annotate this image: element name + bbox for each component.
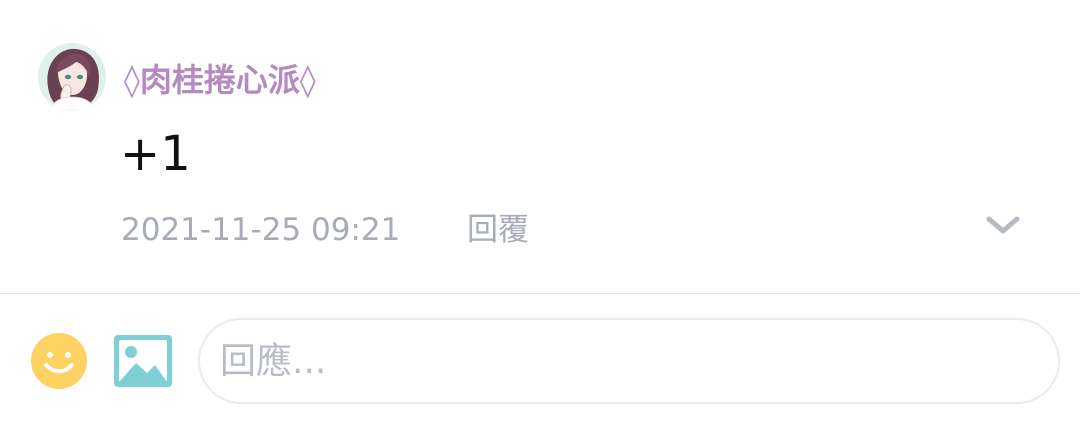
emoji-button[interactable]: [30, 332, 88, 390]
comment-timestamp: 2021-11-25 09:21: [121, 212, 401, 248]
avatar[interactable]: [38, 43, 106, 111]
image-icon: [114, 335, 172, 387]
smiley-face-icon: [31, 333, 87, 389]
comment-item: ◊肉桂捲心派◊ +1 2021-11-25 09:21 回覆: [0, 0, 1080, 293]
avatar-illustration: [38, 43, 106, 111]
image-button[interactable]: [114, 335, 172, 387]
comment-page: ◊肉桂捲心派◊ +1 2021-11-25 09:21 回覆: [0, 0, 1080, 429]
expand-button[interactable]: [980, 205, 1026, 245]
comment-text: +1: [120, 126, 191, 182]
reply-button[interactable]: 回覆: [467, 207, 529, 253]
comment-username[interactable]: ◊肉桂捲心派◊: [124, 56, 316, 104]
chevron-down-icon: [986, 216, 1020, 234]
reply-input[interactable]: [198, 318, 1060, 404]
divider: [0, 293, 1080, 294]
